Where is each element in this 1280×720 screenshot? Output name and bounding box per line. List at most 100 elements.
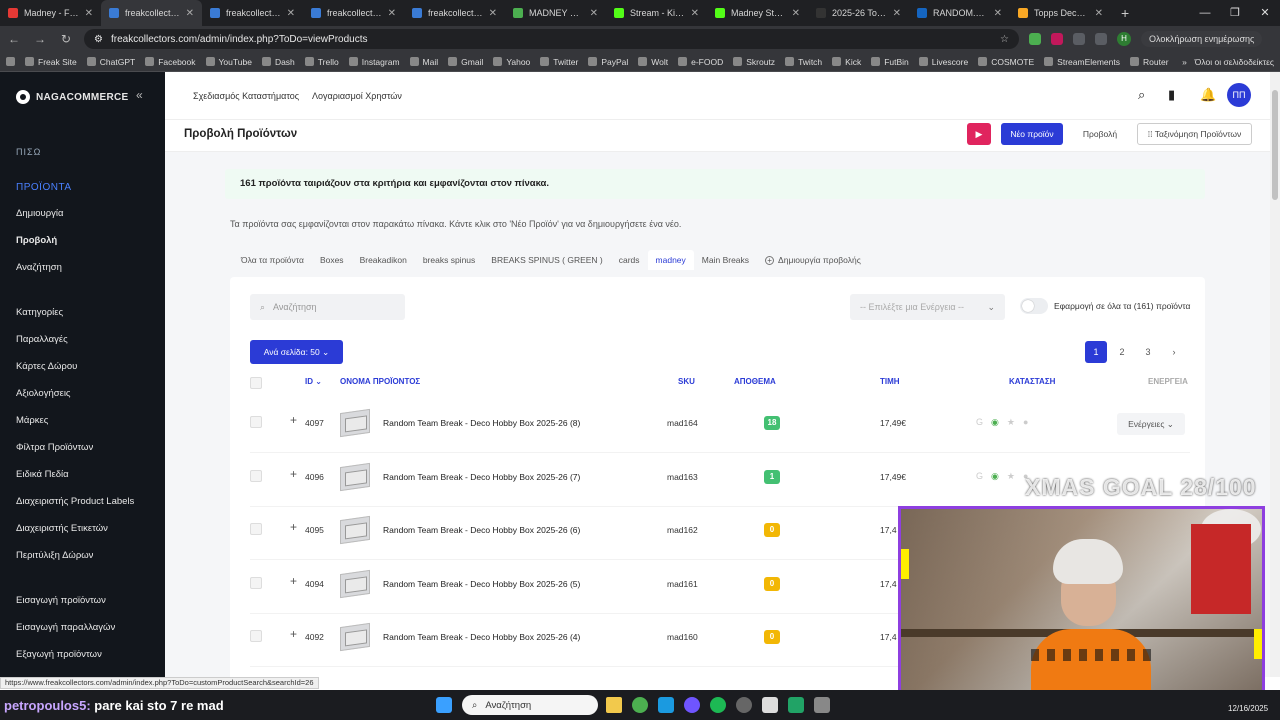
expand-row-icon[interactable]: + xyxy=(290,520,297,534)
next-page-icon[interactable]: › xyxy=(1163,341,1185,363)
per-page-dropdown[interactable]: Ανά σελίδα: 50 ⌄ xyxy=(250,340,343,364)
google-icon[interactable]: G xyxy=(976,417,983,428)
close-tab-icon[interactable]: ✕ xyxy=(186,8,194,19)
eye-icon[interactable]: ◉ xyxy=(991,471,999,482)
browser-tab[interactable]: freakcollectors.co ✕ xyxy=(202,0,303,26)
close-tab-icon[interactable]: ✕ xyxy=(85,8,93,19)
browser-tab[interactable]: Madney Stream ✕ xyxy=(707,0,808,26)
bookmark-link[interactable]: Facebook xyxy=(145,57,196,67)
view-tab[interactable]: Όλα τα προϊόντα xyxy=(233,250,312,270)
create-view-tab[interactable]: + Δημιουργία προβολής xyxy=(757,250,869,270)
page-scrollbar[interactable] xyxy=(1270,72,1280,677)
product-thumbnail[interactable] xyxy=(340,569,370,598)
sort-products-button[interactable]: ⁞⁞ Ταξινόμηση Προϊόντων xyxy=(1137,123,1252,145)
bookmark-link[interactable]: PayPal xyxy=(588,57,628,67)
excel-icon[interactable] xyxy=(788,697,804,713)
scrollbar-thumb[interactable] xyxy=(1272,90,1278,200)
browser-tab[interactable]: Topps Deco 25/2 ✕ xyxy=(1010,0,1111,26)
restore-icon[interactable]: ❐ xyxy=(1220,0,1250,26)
bookmark-link[interactable]: Kick xyxy=(832,57,861,67)
page-button[interactable]: 3 xyxy=(1137,341,1159,363)
row-price[interactable]: 17,49€ xyxy=(880,472,906,482)
product-name-link[interactable]: Random Team Break - Deco Hobby Box 2025-… xyxy=(383,579,580,589)
obs-icon[interactable] xyxy=(736,697,752,713)
product-name-link[interactable]: Random Team Break - Deco Hobby Box 2025-… xyxy=(383,472,580,482)
sidebar-item-export-products[interactable]: Εξαγωγή προϊόντων xyxy=(16,649,102,660)
brand-logo[interactable]: NAGACOMMERCE xyxy=(16,90,129,104)
apps-icon[interactable] xyxy=(6,57,15,66)
row-checkbox[interactable] xyxy=(250,630,262,642)
stats-icon[interactable]: ▮ xyxy=(1168,87,1175,103)
sidebar-section-products[interactable]: ΠΡΟΪΟΝΤΑ xyxy=(16,182,71,193)
nav-store-design[interactable]: Σχεδιασμός Καταστήματος xyxy=(193,91,299,101)
search-input[interactable]: ⌕ Αναζήτηση xyxy=(250,294,405,320)
view-tab[interactable]: BREAKS SPINUS ( GREEN ) xyxy=(483,250,610,270)
bookmark-link[interactable]: Dash xyxy=(261,57,295,67)
stock-badge[interactable]: 0 xyxy=(764,630,780,644)
update-button[interactable]: Ολοκλήρωση ενημέρωσης xyxy=(1141,31,1263,47)
product-thumbnail[interactable] xyxy=(340,462,370,491)
close-tab-icon[interactable]: ✕ xyxy=(590,8,598,19)
close-tab-icon[interactable]: ✕ xyxy=(489,8,497,19)
product-thumbnail[interactable] xyxy=(340,622,370,652)
nav-user-accounts[interactable]: Λογαριασμοί Χρηστών xyxy=(312,91,402,101)
extension-icon[interactable] xyxy=(1051,33,1063,45)
forward-icon[interactable]: → xyxy=(32,32,48,46)
bookmark-link[interactable]: Yahoo xyxy=(493,57,530,67)
bookmark-link[interactable]: Mail xyxy=(409,57,438,67)
bookmark-link[interactable]: Trello xyxy=(304,57,339,67)
bookmark-link[interactable]: e-FOOD xyxy=(678,57,723,67)
download-icon[interactable] xyxy=(1095,33,1107,45)
reload-icon[interactable]: ↻ xyxy=(58,32,74,46)
url-field[interactable]: ⚙ freakcollectors.com/admin/index.php?To… xyxy=(84,29,1019,49)
page-button[interactable]: 2 xyxy=(1111,341,1133,363)
view-tab[interactable]: Breakadikon xyxy=(352,250,415,270)
bulk-action-select[interactable]: -- Επιλέξτε μια Ενέργεια -- ⌄ xyxy=(850,294,1005,320)
app-icon[interactable] xyxy=(814,697,830,713)
spotify-icon[interactable] xyxy=(710,697,726,713)
view-tab[interactable]: Boxes xyxy=(312,250,352,270)
dot-icon[interactable]: ● xyxy=(1023,417,1028,428)
row-checkbox[interactable] xyxy=(250,576,262,589)
bookmark-link[interactable]: Twitter xyxy=(540,57,578,67)
collapse-sidebar-icon[interactable]: « xyxy=(136,88,143,102)
view-tab[interactable]: breaks spinus xyxy=(415,250,483,270)
close-tab-icon[interactable]: ✕ xyxy=(1095,8,1103,19)
all-bookmarks-link[interactable]: Όλοι οι σελιδοδείκτες xyxy=(1195,57,1274,67)
product-name-link[interactable]: Random Team Break - Deco Hobby Box 2025-… xyxy=(383,525,580,535)
browser-tab[interactable]: Stream - Kick Da ✕ xyxy=(606,0,707,26)
sidebar-item-variations[interactable]: Παραλλαγές xyxy=(16,334,68,345)
row-checkbox[interactable] xyxy=(250,523,262,535)
sidebar-item-filters[interactable]: Φίλτρα Προϊόντων xyxy=(16,442,93,453)
user-avatar[interactable]: ΠΠ xyxy=(1227,83,1251,107)
stock-badge[interactable]: 0 xyxy=(764,523,780,537)
new-product-button[interactable]: Νέο προϊόν xyxy=(1001,123,1063,145)
bookmark-link[interactable]: FutBin xyxy=(871,57,909,67)
close-tab-icon[interactable]: ✕ xyxy=(388,8,396,19)
back-icon[interactable]: ← xyxy=(6,32,22,46)
sidebar-item-categories[interactable]: Κατηγορίες xyxy=(16,307,63,318)
browser-tab[interactable]: Madney - Freak C ✕ xyxy=(0,0,101,26)
bookmark-link[interactable]: Livescore xyxy=(918,57,968,67)
extension-icon[interactable] xyxy=(1029,33,1041,45)
apply-all-toggle[interactable] xyxy=(1020,298,1048,314)
row-price[interactable]: 17,4 xyxy=(880,632,897,642)
col-price[interactable]: ΤΙΜΗ xyxy=(880,377,900,386)
bookmark-star-icon[interactable]: ☆ xyxy=(1000,34,1009,45)
product-name-link[interactable]: Random Team Break - Deco Hobby Box 2025-… xyxy=(383,418,580,428)
close-tab-icon[interactable]: ✕ xyxy=(287,8,295,19)
table-row[interactable]: +4097 Random Team Break - Deco Hobby Box … xyxy=(250,400,1190,453)
search-icon[interactable]: ⌕ xyxy=(1138,87,1145,103)
row-price[interactable]: 17,49€ xyxy=(880,418,906,428)
view-button[interactable]: Προβολή xyxy=(1073,123,1127,145)
bookmark-link[interactable]: COSMOTE xyxy=(978,57,1034,67)
sidebar-item-gift-wrap[interactable]: Περιτύλιξη Δώρων xyxy=(16,550,93,561)
bookmark-link[interactable]: Router xyxy=(1130,57,1169,67)
expand-row-icon[interactable]: + xyxy=(290,467,297,481)
bell-icon[interactable]: 🔔 xyxy=(1200,87,1216,103)
row-checkbox[interactable] xyxy=(250,469,262,482)
browser-tab[interactable]: freakcollectors.co ✕ xyxy=(303,0,404,26)
sidebar-item-create[interactable]: Δημιουργία xyxy=(16,208,63,219)
stock-badge[interactable]: 18 xyxy=(764,416,780,430)
browser-tab[interactable]: freakcollectors.co ✕ xyxy=(101,0,202,26)
